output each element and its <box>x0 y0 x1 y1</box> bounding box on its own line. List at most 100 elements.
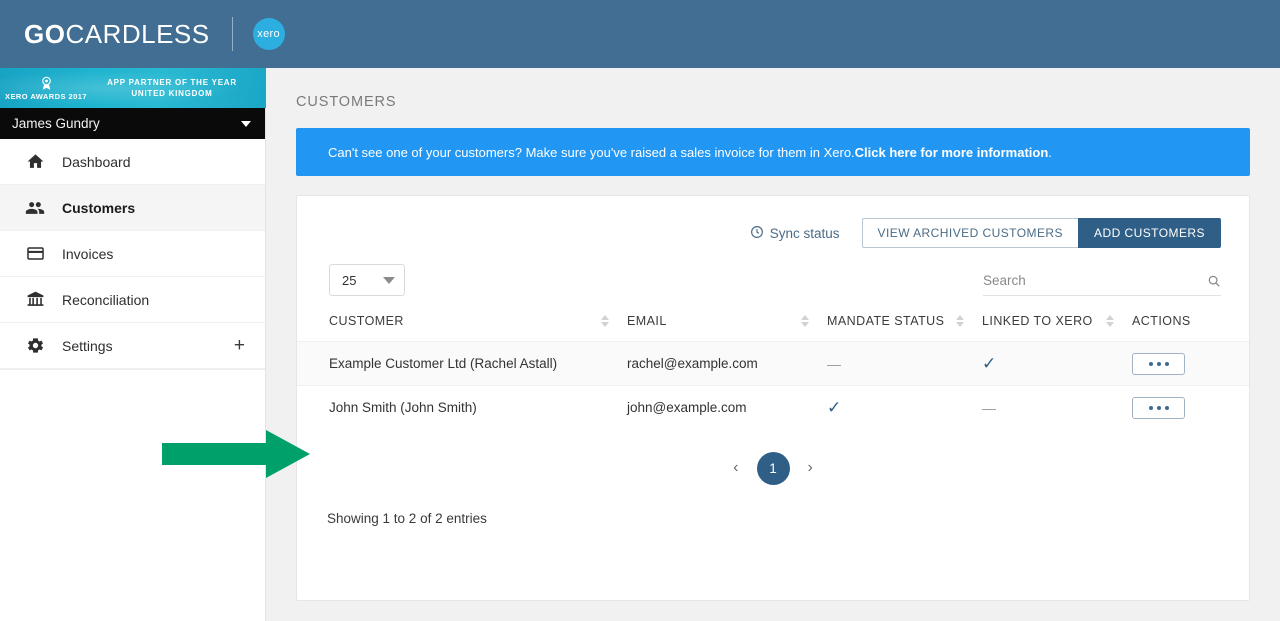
cell-linked-to-xero: — <box>982 386 1132 430</box>
sidebar-item-label: Customers <box>62 199 136 216</box>
column-header-label: CUSTOMER <box>329 314 404 328</box>
cell-actions <box>1132 342 1249 386</box>
table-controls: 25 <box>297 252 1249 296</box>
brand-logo[interactable]: GOCARDLESS xero <box>0 17 285 51</box>
sidebar-item-customers[interactable]: Customers <box>0 185 265 231</box>
cell-actions <box>1132 386 1249 430</box>
sort-icon[interactable] <box>1105 315 1114 327</box>
customers-card: Sync status VIEW ARCHIVED CUSTOMERS ADD … <box>296 195 1250 601</box>
column-header-label: EMAIL <box>627 314 667 328</box>
column-header-mandate-status[interactable]: MANDATE STATUS <box>827 314 982 342</box>
cell-email: rachel@example.com <box>627 356 758 371</box>
ellipsis-icon <box>1156 405 1161 410</box>
awards-text: APP PARTNER OF THE YEAR UNITED KINGDOM <box>92 77 266 99</box>
chevron-down-icon <box>383 276 395 284</box>
search-box[interactable] <box>983 273 1221 296</box>
xero-badge-label: xero <box>257 28 280 40</box>
customer-action-buttons: VIEW ARCHIVED CUSTOMERS ADD CUSTOMERS <box>861 218 1221 248</box>
info-banner: Can't see one of your customers? Make su… <box>296 128 1250 176</box>
column-header-linked-to-xero[interactable]: LINKED TO XERO <box>982 314 1132 342</box>
status-tick-icon: ✓ <box>982 354 997 373</box>
people-icon <box>24 197 46 219</box>
clock-icon <box>750 225 764 242</box>
status-dash: — <box>982 399 996 416</box>
sidebar-item-invoices[interactable]: Invoices <box>0 231 265 277</box>
table-body: Example Customer Ltd (Rachel Astall) rac… <box>297 341 1249 430</box>
add-customers-button[interactable]: ADD CUSTOMERS <box>1078 218 1221 248</box>
credit-card-icon <box>24 243 46 265</box>
table-row[interactable]: John Smith (John Smith) john@example.com… <box>297 385 1249 430</box>
sort-icon[interactable] <box>600 315 609 327</box>
sidebar-divider <box>0 369 265 370</box>
info-banner-link[interactable]: Click here for more information <box>855 145 1049 160</box>
column-header-customer[interactable]: CUSTOMER <box>297 314 627 342</box>
page-size-value: 25 <box>342 272 357 288</box>
sync-status-label: Sync status <box>769 225 840 241</box>
chevron-left-icon[interactable]: ‹ <box>729 457 742 479</box>
row-actions-button[interactable] <box>1132 396 1185 419</box>
ellipsis-icon <box>1148 361 1153 366</box>
logo-light-part: CARDLESS <box>65 18 210 49</box>
gear-icon <box>24 335 46 357</box>
awards-line-2: UNITED KINGDOM <box>131 89 213 98</box>
page-number-button[interactable]: 1 <box>756 451 790 485</box>
sidebar-item-label: Invoices <box>62 245 114 262</box>
ellipsis-icon <box>1164 361 1169 366</box>
cell-mandate-status: ✓ <box>827 386 982 430</box>
sort-icon[interactable] <box>955 315 964 327</box>
sidebar-item-label: Dashboard <box>62 153 131 170</box>
status-dash: — <box>827 355 841 372</box>
sidebar-item-label: Settings <box>62 337 113 354</box>
add-setting-icon[interactable]: + <box>234 336 245 355</box>
column-header-actions: ACTIONS <box>1132 314 1249 342</box>
awards-line-1: APP PARTNER OF THE YEAR <box>107 78 237 87</box>
sidebar-item-dashboard[interactable]: Dashboard <box>0 139 265 185</box>
table-row[interactable]: Example Customer Ltd (Rachel Astall) rac… <box>297 341 1249 386</box>
sidebar-item-reconciliation[interactable]: Reconciliation <box>0 277 265 323</box>
ellipsis-icon <box>1148 405 1153 410</box>
user-name: James Gundry <box>12 116 100 131</box>
awards-left-label: XERO AWARDS 2017 <box>5 91 87 101</box>
info-banner-text: Can't see one of your customers? Make su… <box>328 144 855 160</box>
user-account-bar[interactable]: James Gundry <box>0 108 265 139</box>
awards-badge: XERO AWARDS 2017 <box>0 76 92 101</box>
pagination: ‹ 1 › <box>297 451 1249 485</box>
main-content: CUSTOMERS Can't see one of your customer… <box>266 68 1280 621</box>
search-icon[interactable] <box>1207 274 1221 288</box>
logo-bold-part: GO <box>24 18 66 49</box>
award-medal-icon <box>41 76 51 90</box>
gocardless-wordmark: GOCARDLESS <box>24 19 210 50</box>
page-title: CUSTOMERS <box>296 94 397 110</box>
right-arrow-annotation <box>162 430 310 478</box>
column-header-label: MANDATE STATUS <box>827 314 945 328</box>
view-archived-customers-button[interactable]: VIEW ARCHIVED CUSTOMERS <box>861 218 1079 248</box>
card-toolbar: Sync status VIEW ARCHIVED CUSTOMERS ADD … <box>297 196 1249 252</box>
sidebar: XERO AWARDS 2017 APP PARTNER OF THE YEAR… <box>0 68 266 621</box>
ellipsis-icon <box>1164 405 1169 410</box>
cell-mandate-status: — <box>827 342 982 386</box>
cell-linked-to-xero: ✓ <box>982 342 1132 386</box>
ellipsis-icon <box>1156 361 1161 366</box>
sidebar-item-label: Reconciliation <box>62 291 150 308</box>
caret-down-icon[interactable] <box>241 120 251 127</box>
sync-status-button[interactable]: Sync status <box>750 225 840 242</box>
top-brand-bar: GOCARDLESS xero <box>0 0 1280 68</box>
column-header-email[interactable]: EMAIL <box>627 314 827 342</box>
entries-summary: Showing 1 to 2 of 2 entries <box>327 510 487 526</box>
chevron-right-icon[interactable]: › <box>804 457 817 479</box>
info-banner-trailing: . <box>1048 144 1052 160</box>
logo-divider <box>231 17 233 51</box>
xero-awards-banner: XERO AWARDS 2017 APP PARTNER OF THE YEAR… <box>0 68 266 108</box>
app-root: GOCARDLESS xero XERO AWARDS 2017 APP PAR… <box>0 0 1280 621</box>
customers-table: CUSTOMER EMAIL MANDATE STATUS LINKED TO … <box>297 314 1249 430</box>
cell-customer: Example Customer Ltd (Rachel Astall) <box>329 356 558 371</box>
sort-icon[interactable] <box>800 315 809 327</box>
sidebar-item-settings[interactable]: Settings + <box>0 323 265 369</box>
page-size-select[interactable]: 25 <box>329 264 405 296</box>
cell-email: john@example.com <box>627 400 747 416</box>
row-actions-button[interactable] <box>1132 352 1185 375</box>
search-input[interactable] <box>983 273 1207 288</box>
status-tick-icon: ✓ <box>827 398 842 418</box>
column-header-label: LINKED TO XERO <box>982 314 1093 328</box>
xero-badge-icon: xero <box>252 18 285 50</box>
